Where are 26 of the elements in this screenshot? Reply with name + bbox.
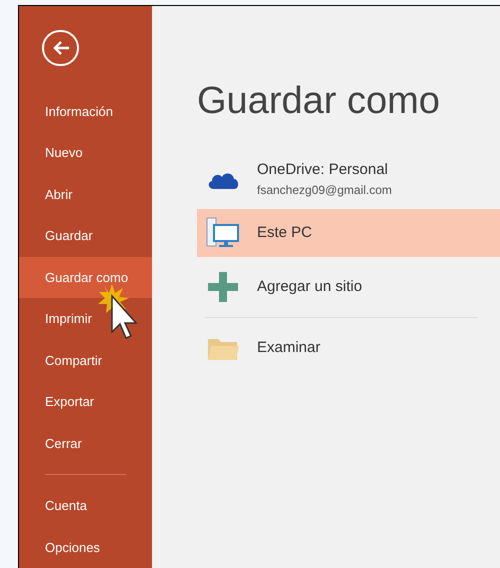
sidebar-item[interactable]: Abrir bbox=[19, 174, 152, 216]
folder-icon bbox=[207, 336, 239, 360]
sidebar-item[interactable]: Opciones bbox=[19, 526, 152, 568]
sidebar-item[interactable]: Compartir bbox=[19, 340, 152, 382]
back-arrow-icon bbox=[52, 40, 70, 56]
sidebar-item[interactable]: Cuenta bbox=[19, 485, 152, 526]
sidebar-item[interactable]: Nuevo bbox=[19, 132, 152, 174]
place-item[interactable]: OneDrive: Personal fsanchezg09@gmail.com bbox=[197, 155, 500, 203]
place-label: Este PC bbox=[257, 222, 312, 243]
place-item[interactable]: Este PC bbox=[197, 209, 500, 257]
sidebar-item[interactable]: Información bbox=[19, 90, 152, 132]
place-item[interactable]: Agregar un sitio bbox=[197, 263, 500, 311]
account-email: fsanchezg09@gmail.com bbox=[257, 182, 392, 200]
sidebar-item[interactable]: Guardar bbox=[19, 215, 152, 257]
back-button[interactable] bbox=[42, 30, 79, 66]
sidebar-item[interactable]: Guardar como bbox=[19, 256, 152, 298]
plus-icon bbox=[208, 272, 238, 302]
page-title: Guardar como bbox=[197, 82, 441, 120]
place-label: OneDrive: Personal bbox=[257, 160, 389, 180]
place-label: Examinar bbox=[257, 338, 320, 358]
sidebar-item[interactable]: Exportar bbox=[19, 381, 152, 423]
computer-icon bbox=[206, 216, 240, 250]
place-item[interactable]: Examinar bbox=[197, 324, 500, 372]
sidebar-item[interactable]: Imprimir bbox=[19, 298, 152, 340]
place-label: Agregar un sitio bbox=[257, 276, 362, 297]
sidebar-item[interactable]: Cerrar bbox=[19, 422, 152, 464]
